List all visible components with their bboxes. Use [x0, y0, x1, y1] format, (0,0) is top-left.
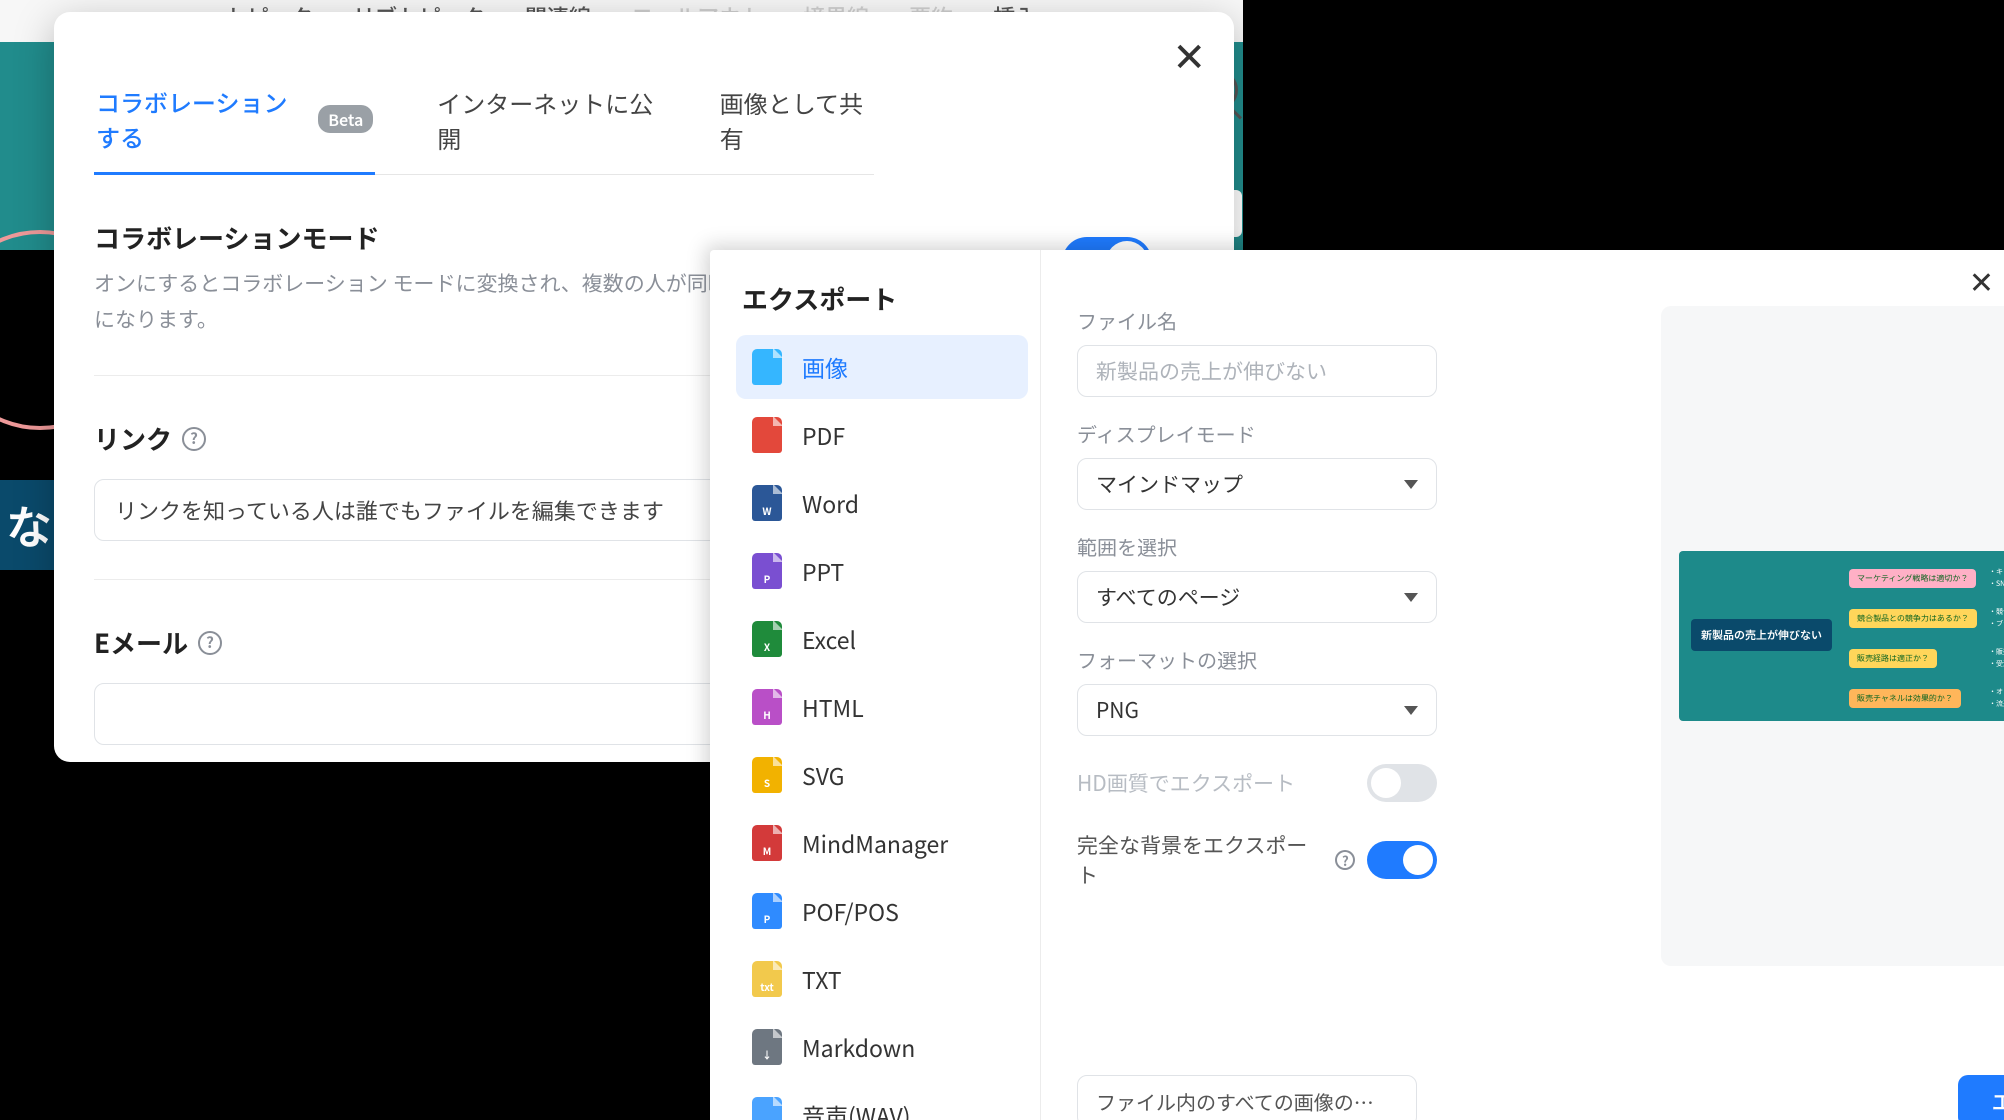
- export-format-word[interactable]: W Word: [736, 471, 1028, 535]
- range-select[interactable]: すべてのページ: [1077, 571, 1437, 623]
- export-preview: 新製品の売上が伸びない マーケティング戦略は適切か？ 競合製品との競争力はあるか…: [1661, 306, 2004, 966]
- mindmap-root: 新製品の売上が伸びない: [1691, 619, 1832, 651]
- mindmap-node: 販売チャネルは効果的か？: [1849, 689, 1961, 708]
- export-format-label: Word: [802, 486, 859, 520]
- link-title: リンク: [94, 420, 172, 457]
- display-mode-value: マインドマップ: [1096, 469, 1243, 499]
- chevron-down-icon: [1404, 480, 1418, 489]
- export-format-txt[interactable]: txt TXT: [736, 947, 1028, 1011]
- export-format-label: TXT: [802, 962, 842, 996]
- file-icon: ↓: [752, 1029, 782, 1065]
- export-format-label: 画像: [802, 350, 848, 384]
- file-icon: X: [752, 621, 782, 657]
- mindmap-thumbnail: 新製品の売上が伸びない マーケティング戦略は適切か？ 競合製品との競争力はあるか…: [1679, 551, 2004, 721]
- export-format-pdf[interactable]: PDF: [736, 403, 1028, 467]
- filename-input[interactable]: 新製品の売上が伸びない: [1077, 345, 1437, 397]
- chevron-down-icon: [1404, 706, 1418, 715]
- link-permission-value: リンクを知っている人は誰でもファイルを編集できます: [115, 494, 664, 526]
- file-icon: [752, 417, 782, 453]
- export-format-svg[interactable]: S SVG: [736, 743, 1028, 807]
- file-icon: [752, 1097, 782, 1120]
- export-format-label: PPT: [802, 554, 844, 588]
- file-icon: P: [752, 893, 782, 929]
- chevron-down-icon: [1404, 593, 1418, 602]
- tab-publish-internet[interactable]: インターネットに公開: [435, 71, 657, 173]
- help-icon[interactable]: ?: [1335, 850, 1355, 870]
- file-icon: M: [752, 825, 782, 861]
- export-format-markdown[interactable]: ↓ Markdown: [736, 1015, 1028, 1079]
- export-options: ファイル名 新製品の売上が伸びない ディスプレイモード マインドマップ 範囲を選…: [1041, 250, 1661, 1120]
- tab-collaborate[interactable]: コラボレーションする Beta: [94, 70, 375, 175]
- format-value: PNG: [1096, 695, 1139, 725]
- export-format-label: MindManager: [802, 826, 948, 860]
- export-format-label: POF/POS: [802, 894, 899, 928]
- display-mode-select[interactable]: マインドマップ: [1077, 458, 1437, 510]
- export-format-mindmanager[interactable]: M MindManager: [736, 811, 1028, 875]
- all-images-label: ファイル内のすべての画像の…: [1096, 1087, 1374, 1116]
- export-format-label: 音声(WAV): [802, 1098, 911, 1120]
- file-icon: txt: [752, 961, 782, 997]
- format-select[interactable]: PNG: [1077, 684, 1437, 736]
- hd-export-label: HD画質でエクスポート: [1077, 768, 1295, 798]
- hd-export-toggle[interactable]: [1367, 764, 1437, 802]
- export-format-html[interactable]: H HTML: [736, 675, 1028, 739]
- export-title: エクスポート: [742, 280, 1028, 317]
- export-format-label: HTML: [802, 690, 864, 724]
- file-icon: S: [752, 757, 782, 793]
- export-format-excel[interactable]: X Excel: [736, 607, 1028, 671]
- full-bg-label: 完全な背景をエクスポート: [1077, 830, 1327, 890]
- help-icon[interactable]: ?: [198, 631, 222, 655]
- file-icon: P: [752, 553, 782, 589]
- file-icon: W: [752, 485, 782, 521]
- export-format-label: Markdown: [802, 1030, 915, 1064]
- export-preview-column: 新製品の売上が伸びない マーケティング戦略は適切か？ 競合製品との競争力はあるか…: [1661, 250, 2004, 1120]
- filename-label: ファイル名: [1077, 306, 1625, 335]
- range-value: すべてのページ: [1096, 582, 1240, 612]
- file-icon: [752, 349, 782, 385]
- export-format-label: PDF: [802, 418, 845, 452]
- help-icon[interactable]: ?: [182, 427, 206, 451]
- hd-export-row: HD画質でエクスポート: [1077, 764, 1437, 802]
- all-images-select[interactable]: ファイル内のすべての画像の…: [1077, 1075, 1417, 1120]
- tab-label: コラボレーションする: [96, 84, 308, 154]
- full-bg-toggle[interactable]: [1367, 841, 1437, 879]
- export-format-音声(wav)[interactable]: 音声(WAV): [736, 1083, 1028, 1120]
- export-dialog: ✕ エクスポート 画像PDFWWordPPPTXExcelHHTMLSSVGMM…: [710, 250, 2004, 1120]
- beta-badge: Beta: [318, 105, 373, 133]
- display-mode-label: ディスプレイモード: [1077, 419, 1625, 448]
- tab-share-as-image[interactable]: 画像として共有: [718, 71, 874, 173]
- export-button[interactable]: エクスポート: [1958, 1075, 2004, 1120]
- email-title: Eメール: [94, 624, 188, 661]
- full-bg-row: 完全な背景をエクスポート ?: [1077, 830, 1437, 890]
- filename-placeholder: 新製品の売上が伸びない: [1096, 356, 1327, 386]
- mindmap-node: マーケティング戦略は適切か？: [1849, 569, 1976, 588]
- format-label: フォーマットの選択: [1077, 645, 1625, 674]
- mindmap-node: 競合製品との競争力はあるか？: [1849, 609, 1977, 628]
- export-format-label: Excel: [802, 622, 856, 656]
- export-format-画像[interactable]: 画像: [736, 335, 1028, 399]
- export-format-pof/pos[interactable]: P POF/POS: [736, 879, 1028, 943]
- export-format-ppt[interactable]: P PPT: [736, 539, 1028, 603]
- export-format-label: SVG: [802, 758, 844, 792]
- share-tabs: コラボレーションする Beta インターネットに公開 画像として共有: [94, 70, 874, 175]
- close-icon[interactable]: ✕: [1172, 34, 1206, 74]
- mindmap-node: 販売経路は適正か？: [1849, 649, 1937, 668]
- export-format-list: エクスポート 画像 PDF W Word P PPT X Excel H HTML S SVG M Min…: [710, 250, 1040, 1120]
- file-icon: H: [752, 689, 782, 725]
- range-label: 範囲を選択: [1077, 532, 1625, 561]
